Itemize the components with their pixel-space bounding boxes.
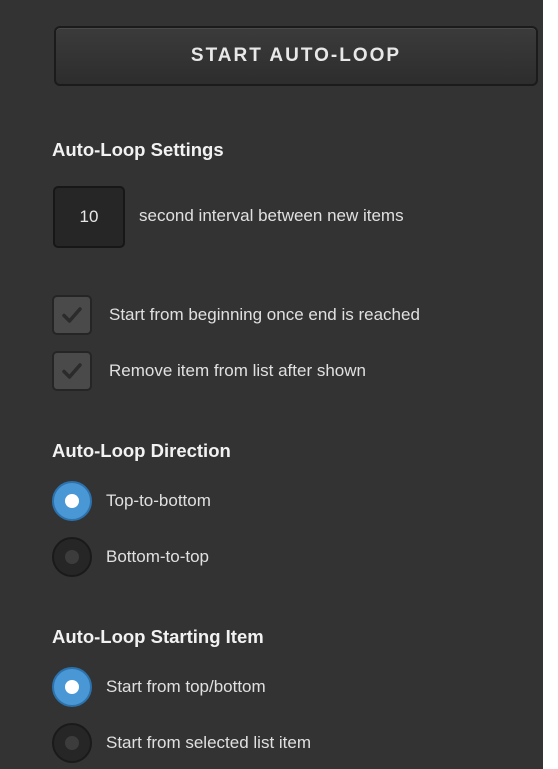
settings-heading: Auto-Loop Settings bbox=[52, 139, 224, 160]
loop-from-beginning-option[interactable]: Start from beginning once end is reached bbox=[52, 295, 420, 335]
loop-from-beginning-checkbox[interactable] bbox=[52, 295, 92, 335]
radio-unselected-dot bbox=[65, 550, 79, 564]
direction-heading: Auto-Loop Direction bbox=[52, 440, 231, 461]
radio-selected-dot bbox=[65, 680, 79, 694]
starting-item-option-top-bottom[interactable]: Start from top/bottom bbox=[52, 667, 266, 707]
interval-label: second interval between new items bbox=[139, 206, 404, 225]
check-icon bbox=[62, 363, 82, 379]
remove-after-shown-option[interactable]: Remove item from list after shown bbox=[52, 351, 366, 391]
direction-bottom-to-top-label: Bottom-to-top bbox=[106, 547, 209, 566]
radio-bottom-to-top[interactable] bbox=[52, 537, 92, 577]
remove-after-shown-label: Remove item from list after shown bbox=[109, 361, 366, 380]
radio-start-selected-item[interactable] bbox=[52, 723, 92, 763]
start-top-bottom-label: Start from top/bottom bbox=[106, 677, 266, 696]
radio-selected-dot bbox=[65, 494, 79, 508]
direction-option-top-to-bottom[interactable]: Top-to-bottom bbox=[52, 481, 211, 521]
auto-loop-panel: START AUTO-LOOP Auto-Loop Settings 10 se… bbox=[0, 0, 543, 769]
radio-start-top-bottom[interactable] bbox=[52, 667, 92, 707]
remove-after-shown-checkbox[interactable] bbox=[52, 351, 92, 391]
starting-item-option-selected[interactable]: Start from selected list item bbox=[52, 723, 311, 763]
start-auto-loop-button[interactable]: START AUTO-LOOP bbox=[54, 26, 538, 86]
start-selected-item-label: Start from selected list item bbox=[106, 733, 312, 752]
radio-top-to-bottom[interactable] bbox=[52, 481, 92, 521]
loop-from-beginning-label: Start from beginning once end is reached bbox=[109, 305, 420, 324]
interval-input[interactable]: 10 bbox=[53, 186, 125, 248]
check-icon bbox=[62, 307, 82, 323]
starting-item-heading: Auto-Loop Starting Item bbox=[52, 626, 264, 647]
direction-option-bottom-to-top[interactable]: Bottom-to-top bbox=[52, 537, 209, 577]
radio-unselected-dot bbox=[65, 736, 79, 750]
direction-top-to-bottom-label: Top-to-bottom bbox=[106, 491, 211, 510]
